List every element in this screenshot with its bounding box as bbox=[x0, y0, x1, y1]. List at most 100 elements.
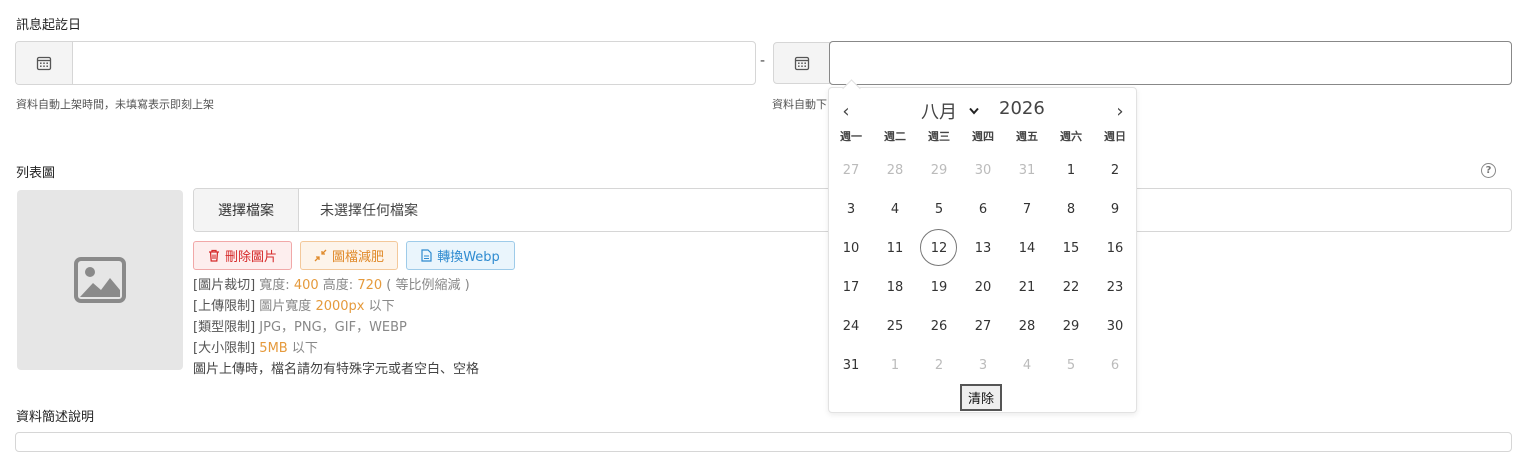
datepicker-day[interactable]: 8 bbox=[1049, 190, 1093, 229]
datepicker-day[interactable]: 5 bbox=[1049, 346, 1093, 385]
rule-filename-note: 圖片上傳時，檔名請勿有特殊字元或者空白、空格 bbox=[193, 362, 480, 377]
datepicker-day[interactable]: 6 bbox=[961, 190, 1005, 229]
datepicker-weekday: 週四 bbox=[972, 130, 994, 143]
datepicker-prev-button[interactable]: ‹ bbox=[836, 101, 856, 122]
calendar-icon bbox=[36, 56, 52, 71]
datepicker-day[interactable]: 21 bbox=[1005, 268, 1049, 307]
summary-textarea[interactable] bbox=[15, 432, 1512, 452]
end-date-calendar-button[interactable] bbox=[773, 42, 830, 84]
datepicker-weekday: 週一 bbox=[840, 130, 862, 143]
rule-crop-tag: [圖片裁切] bbox=[193, 278, 256, 293]
rule-type: [類型限制] JPG，PNG，GIF，WEBP bbox=[193, 317, 479, 338]
datepicker-day[interactable]: 19 bbox=[917, 268, 961, 307]
datepicker-day[interactable]: 28 bbox=[1005, 307, 1049, 346]
datepicker-day[interactable]: 12 bbox=[917, 229, 961, 268]
datepicker-day[interactable]: 2 bbox=[1093, 151, 1137, 190]
rule-upload-value: 2000px bbox=[315, 299, 365, 314]
rule-crop-note: ( 等比例縮減 ) bbox=[386, 278, 470, 293]
datepicker-day[interactable]: 24 bbox=[829, 307, 873, 346]
compress-image-label: 圖檔減肥 bbox=[331, 250, 384, 265]
choose-file-button[interactable]: 選擇檔案 bbox=[194, 189, 299, 231]
datepicker-day[interactable]: 30 bbox=[961, 151, 1005, 190]
start-date-group bbox=[15, 41, 756, 85]
date-range-label: 訊息起訖日 bbox=[16, 18, 82, 33]
compress-icon bbox=[314, 249, 327, 262]
start-date-calendar-button[interactable] bbox=[16, 42, 73, 84]
datepicker-day[interactable]: 1 bbox=[873, 346, 917, 385]
help-icon[interactable]: ? bbox=[1481, 163, 1496, 178]
datepicker-day[interactable]: 5 bbox=[917, 190, 961, 229]
datepicker-days: 27 28 29 30 31 1 2 3 4 5 6 7 8 9 10 11 12 13 14 15 16 17 18 19 2… bbox=[829, 151, 1137, 385]
datepicker-weekday: 週五 bbox=[1016, 130, 1038, 143]
date-range-separator: - bbox=[760, 53, 766, 69]
datepicker-day[interactable]: 31 bbox=[1005, 151, 1049, 190]
end-date-hint: 資料自動下 bbox=[772, 98, 827, 111]
datepicker-day[interactable]: 7 bbox=[1005, 190, 1049, 229]
rule-crop: [圖片裁切] 寬度: 400 高度: 720 ( 等比例縮減 ) bbox=[193, 275, 479, 296]
datepicker-day[interactable]: 23 bbox=[1093, 268, 1137, 307]
datepicker-day[interactable]: 2 bbox=[917, 346, 961, 385]
datepicker-day[interactable]: 3 bbox=[961, 346, 1005, 385]
datepicker-day[interactable]: 11 bbox=[873, 229, 917, 268]
datepicker-day[interactable]: 30 bbox=[1093, 307, 1137, 346]
datepicker-clear-button[interactable]: 清除 bbox=[960, 384, 1003, 411]
datepicker-day[interactable]: 28 bbox=[873, 151, 917, 190]
datepicker-day[interactable]: 9 bbox=[1093, 190, 1137, 229]
datepicker-day[interactable]: 16 bbox=[1093, 229, 1137, 268]
rule-type-tag: [類型限制] bbox=[193, 320, 256, 335]
start-date-input[interactable] bbox=[73, 42, 753, 84]
datepicker-weekday: 週日 bbox=[1104, 130, 1126, 143]
datepicker-day[interactable]: 18 bbox=[873, 268, 917, 307]
datepicker-weekday: 週六 bbox=[1060, 130, 1082, 143]
chevron-down-icon bbox=[969, 107, 979, 115]
end-date-field-wrapper bbox=[829, 41, 1512, 85]
datepicker-day[interactable]: 1 bbox=[1049, 151, 1093, 190]
datepicker-day[interactable]: 4 bbox=[873, 190, 917, 229]
datepicker-month: 八月 bbox=[921, 102, 957, 123]
trash-icon bbox=[208, 249, 219, 262]
datepicker-day[interactable]: 6 bbox=[1093, 346, 1137, 385]
datepicker-day[interactable]: 27 bbox=[961, 307, 1005, 346]
datepicker-day[interactable]: 15 bbox=[1049, 229, 1093, 268]
rule-upload: [上傳限制] 圖片寬度 2000px 以下 bbox=[193, 296, 479, 317]
datepicker-day[interactable]: 25 bbox=[873, 307, 917, 346]
datepicker-day[interactable]: 26 bbox=[917, 307, 961, 346]
datepicker-day[interactable]: 22 bbox=[1049, 268, 1093, 307]
datepicker-day[interactable]: 31 bbox=[829, 346, 873, 385]
datepicker-day[interactable]: 13 bbox=[961, 229, 1005, 268]
datepicker-day[interactable]: 29 bbox=[917, 151, 961, 190]
delete-image-label: 刪除圖片 bbox=[224, 250, 277, 265]
rule-type-value: JPG，PNG，GIF，WEBP bbox=[259, 320, 407, 335]
datepicker-weekdays: 週一 週二 週三 週四 週五 週六 週日 bbox=[829, 126, 1137, 146]
datepicker-day[interactable]: 29 bbox=[1049, 307, 1093, 346]
rule-crop-width: 400 bbox=[293, 278, 319, 293]
datepicker-day[interactable]: 27 bbox=[829, 151, 873, 190]
datepicker-day[interactable]: 14 bbox=[1005, 229, 1049, 268]
calendar-icon bbox=[794, 56, 809, 71]
convert-webp-button[interactable]: 轉換Webp bbox=[406, 241, 515, 270]
image-preview bbox=[17, 190, 183, 370]
datepicker-day[interactable]: 20 bbox=[961, 268, 1005, 307]
end-date-input[interactable] bbox=[830, 42, 1510, 84]
rule-size-value: 5MB bbox=[259, 341, 288, 356]
datepicker-day[interactable]: 4 bbox=[1005, 346, 1049, 385]
datepicker-day[interactable]: 17 bbox=[829, 268, 873, 307]
datepicker-day[interactable]: 10 bbox=[829, 229, 873, 268]
datepicker-day[interactable]: 3 bbox=[829, 190, 873, 229]
datepicker-weekday: 週二 bbox=[884, 130, 906, 143]
file-icon bbox=[421, 249, 432, 262]
rule-size: [大小限制] 5MB 以下 bbox=[193, 338, 479, 359]
delete-image-button[interactable]: 刪除圖片 bbox=[193, 241, 292, 270]
datepicker-month-select[interactable]: 八月 bbox=[921, 98, 979, 124]
no-file-text: 未選擇任何檔案 bbox=[320, 203, 418, 219]
datepicker-weekday: 週三 bbox=[928, 130, 950, 143]
rule-upload-tag: [上傳限制] bbox=[193, 299, 256, 314]
image-rules: [圖片裁切] 寬度: 400 高度: 720 ( 等比例縮減 ) [上傳限制] … bbox=[193, 275, 479, 380]
start-date-hint: 資料自動上架時間，未填寫表示即刻上架 bbox=[16, 98, 214, 111]
datepicker-year[interactable]: 2026 bbox=[999, 98, 1045, 119]
convert-webp-label: 轉換Webp bbox=[437, 250, 500, 265]
rule-upload-label: 圖片寬度 bbox=[259, 299, 312, 314]
datepicker-next-button[interactable]: › bbox=[1110, 101, 1130, 122]
summary-label: 資料簡述說明 bbox=[16, 410, 95, 425]
compress-image-button[interactable]: 圖檔減肥 bbox=[300, 241, 398, 270]
